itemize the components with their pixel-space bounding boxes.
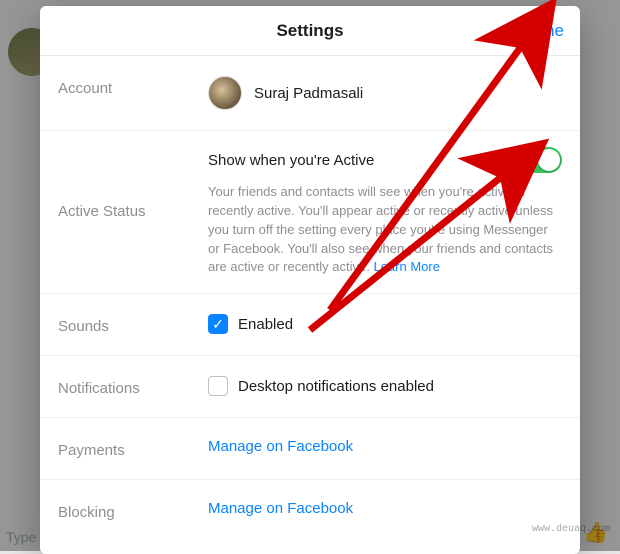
active-status-label: Active Status bbox=[58, 147, 208, 220]
payments-manage-link[interactable]: Manage on Facebook bbox=[208, 438, 562, 455]
blocking-manage-link[interactable]: Manage on Facebook bbox=[208, 500, 562, 517]
learn-more-link[interactable]: Learn More bbox=[373, 259, 439, 274]
notifications-desktop-label: Desktop notifications enabled bbox=[238, 378, 434, 395]
account-label: Account bbox=[58, 76, 208, 97]
settings-rows: Account Suraj Padmasali Active Status Sh… bbox=[40, 56, 580, 554]
modal-title: Settings bbox=[276, 21, 343, 41]
payments-row: Payments Manage on Facebook bbox=[40, 418, 580, 480]
done-button[interactable]: Done bbox=[523, 6, 564, 56]
sounds-enabled-label: Enabled bbox=[238, 316, 293, 333]
active-status-toggle[interactable] bbox=[518, 147, 562, 173]
payments-label: Payments bbox=[58, 438, 208, 459]
blocking-row: Blocking Manage on Facebook bbox=[40, 480, 580, 541]
account-row: Account Suraj Padmasali bbox=[40, 56, 580, 131]
user-name: Suraj Padmasali bbox=[254, 85, 363, 102]
watermark: www.deuaq.com bbox=[532, 524, 610, 535]
notifications-label: Notifications bbox=[58, 376, 208, 397]
check-icon: ✓ bbox=[212, 317, 224, 331]
sounds-label: Sounds bbox=[58, 314, 208, 335]
active-status-description: Your friends and contacts will see when … bbox=[208, 183, 562, 277]
modal-header: Settings Done bbox=[40, 6, 580, 56]
user-avatar[interactable] bbox=[208, 76, 242, 110]
active-status-row: Active Status Show when you're Active Yo… bbox=[40, 131, 580, 294]
sounds-row: Sounds ✓ Enabled bbox=[40, 294, 580, 356]
toggle-knob bbox=[538, 149, 560, 171]
blocking-label: Blocking bbox=[58, 500, 208, 521]
settings-modal: Settings Done Account Suraj Padmasali Ac… bbox=[40, 6, 580, 554]
active-status-title: Show when you're Active bbox=[208, 152, 374, 169]
notifications-row: Notifications Desktop notifications enab… bbox=[40, 356, 580, 418]
notifications-checkbox[interactable] bbox=[208, 376, 228, 396]
sounds-checkbox[interactable]: ✓ bbox=[208, 314, 228, 334]
